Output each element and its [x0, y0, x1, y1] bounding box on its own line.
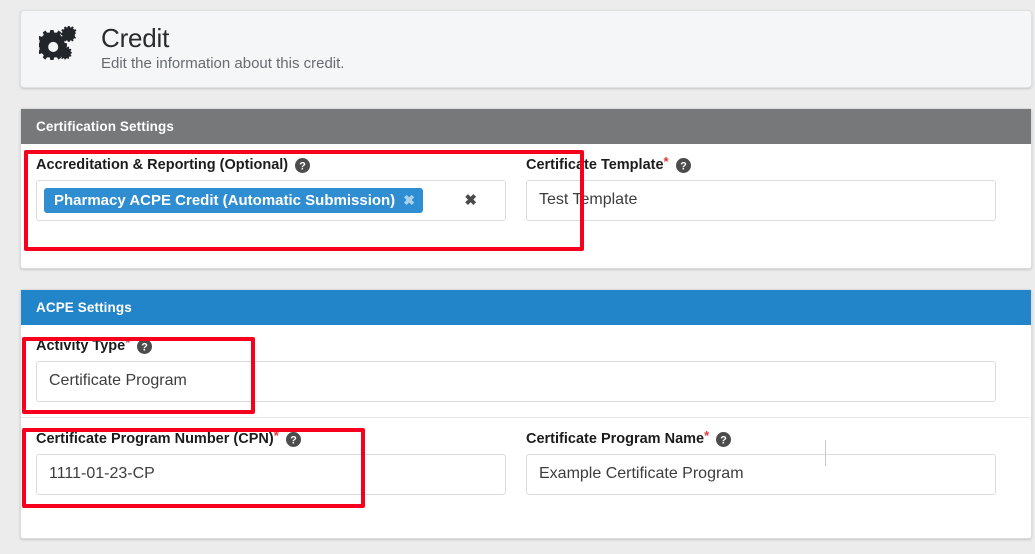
help-circle-icon[interactable]: ? [675, 158, 691, 174]
required-marker: * [125, 334, 131, 350]
acpe-settings-panel: ACPE Settings Activity Type * ? Certifica… [20, 289, 1032, 539]
required-marker: * [704, 427, 710, 443]
text-cursor-artifact [825, 439, 826, 466]
field-certificate-program-number: Certificate Program Number (CPN) * ? 1111… [36, 427, 526, 495]
acpe-row-activity-type: Activity Type * ? Certificate Program [21, 325, 1031, 418]
certification-settings-title: Certification Settings [36, 119, 174, 134]
help-circle-icon[interactable]: ? [137, 339, 153, 355]
field-accreditation-reporting: Accreditation & Reporting (Optional) ? P… [36, 157, 526, 221]
page-root: Credit Edit the information about this c… [0, 0, 1035, 554]
svg-text:?: ? [290, 435, 297, 447]
certificate-template-label: Certificate Template [526, 157, 664, 173]
accreditation-tag-label: Pharmacy ACPE Credit (Automatic Submissi… [54, 191, 396, 209]
certificate-template-value: Test Template [539, 191, 638, 209]
svg-text:?: ? [680, 161, 687, 173]
cpn-label-row: Certificate Program Number (CPN) * ? [36, 427, 506, 448]
activity-type-select[interactable]: Certificate Program [36, 360, 996, 402]
program-name-label: Certificate Program Name [526, 430, 705, 447]
page-subtitle: Edit the information about this credit. [101, 55, 345, 73]
certification-settings-body: Accreditation & Reporting (Optional) ? P… [21, 144, 1031, 236]
svg-text:?: ? [299, 161, 306, 173]
acpe-settings-body: Activity Type * ? Certificate Program Ce… [21, 325, 1031, 510]
remove-tag-icon[interactable]: ✖ [403, 193, 415, 207]
clear-selection-icon[interactable]: ✖ [464, 193, 477, 208]
page-title: Credit [101, 23, 170, 54]
help-circle-icon[interactable]: ? [716, 432, 732, 448]
required-marker: * [273, 427, 279, 443]
accreditation-tag[interactable]: Pharmacy ACPE Credit (Automatic Submissi… [44, 187, 423, 213]
certificate-template-label-row: Certificate Template * ? [526, 153, 996, 174]
acpe-settings-header: ACPE Settings [21, 290, 1031, 325]
page-title-block: Credit Edit the information about this c… [101, 24, 344, 74]
svg-text:?: ? [720, 435, 727, 447]
activity-type-value: Certificate Program [49, 372, 187, 390]
page-header-card: Credit Edit the information about this c… [20, 10, 1032, 88]
certification-settings-panel: Certification Settings Accreditation & R… [20, 108, 1032, 269]
help-circle-icon[interactable]: ? [285, 432, 301, 448]
field-activity-type: Activity Type * ? Certificate Program [36, 334, 1016, 402]
help-circle-icon[interactable]: ? [295, 158, 311, 174]
certification-row-1: Accreditation & Reporting (Optional) ? P… [21, 144, 1031, 236]
cpn-value: 1111-01-23-CP [49, 465, 155, 483]
acpe-settings-title: ACPE Settings [36, 300, 132, 315]
acpe-row-program-details: Certificate Program Number (CPN) * ? 1111… [21, 418, 1031, 510]
accreditation-label: Accreditation & Reporting (Optional) [36, 157, 289, 173]
field-certificate-template: Certificate Template * ? Test Template [526, 153, 1016, 221]
accreditation-label-row: Accreditation & Reporting (Optional) ? [36, 157, 506, 174]
activity-type-label-row: Activity Type * ? [36, 334, 996, 355]
program-name-input[interactable]: Example Certificate Program [526, 439, 996, 495]
certificate-template-select[interactable]: Test Template [526, 179, 996, 221]
field-certificate-program-name: Certificate Program Name * ? Example Cert… [526, 427, 1016, 495]
svg-text:?: ? [141, 342, 148, 354]
cpn-label: Certificate Program Number (CPN) [36, 430, 274, 447]
required-marker: * [663, 153, 669, 169]
activity-type-label: Activity Type [36, 338, 126, 354]
certification-settings-header: Certification Settings [21, 109, 1031, 144]
cpn-input[interactable]: 1111-01-23-CP [36, 453, 506, 495]
program-name-value: Example Certificate Program [539, 465, 744, 483]
accreditation-multiselect[interactable]: Pharmacy ACPE Credit (Automatic Submissi… [36, 179, 506, 221]
program-name-label-row: Certificate Program Name * ? [526, 427, 996, 448]
cogs-icon [39, 26, 81, 61]
